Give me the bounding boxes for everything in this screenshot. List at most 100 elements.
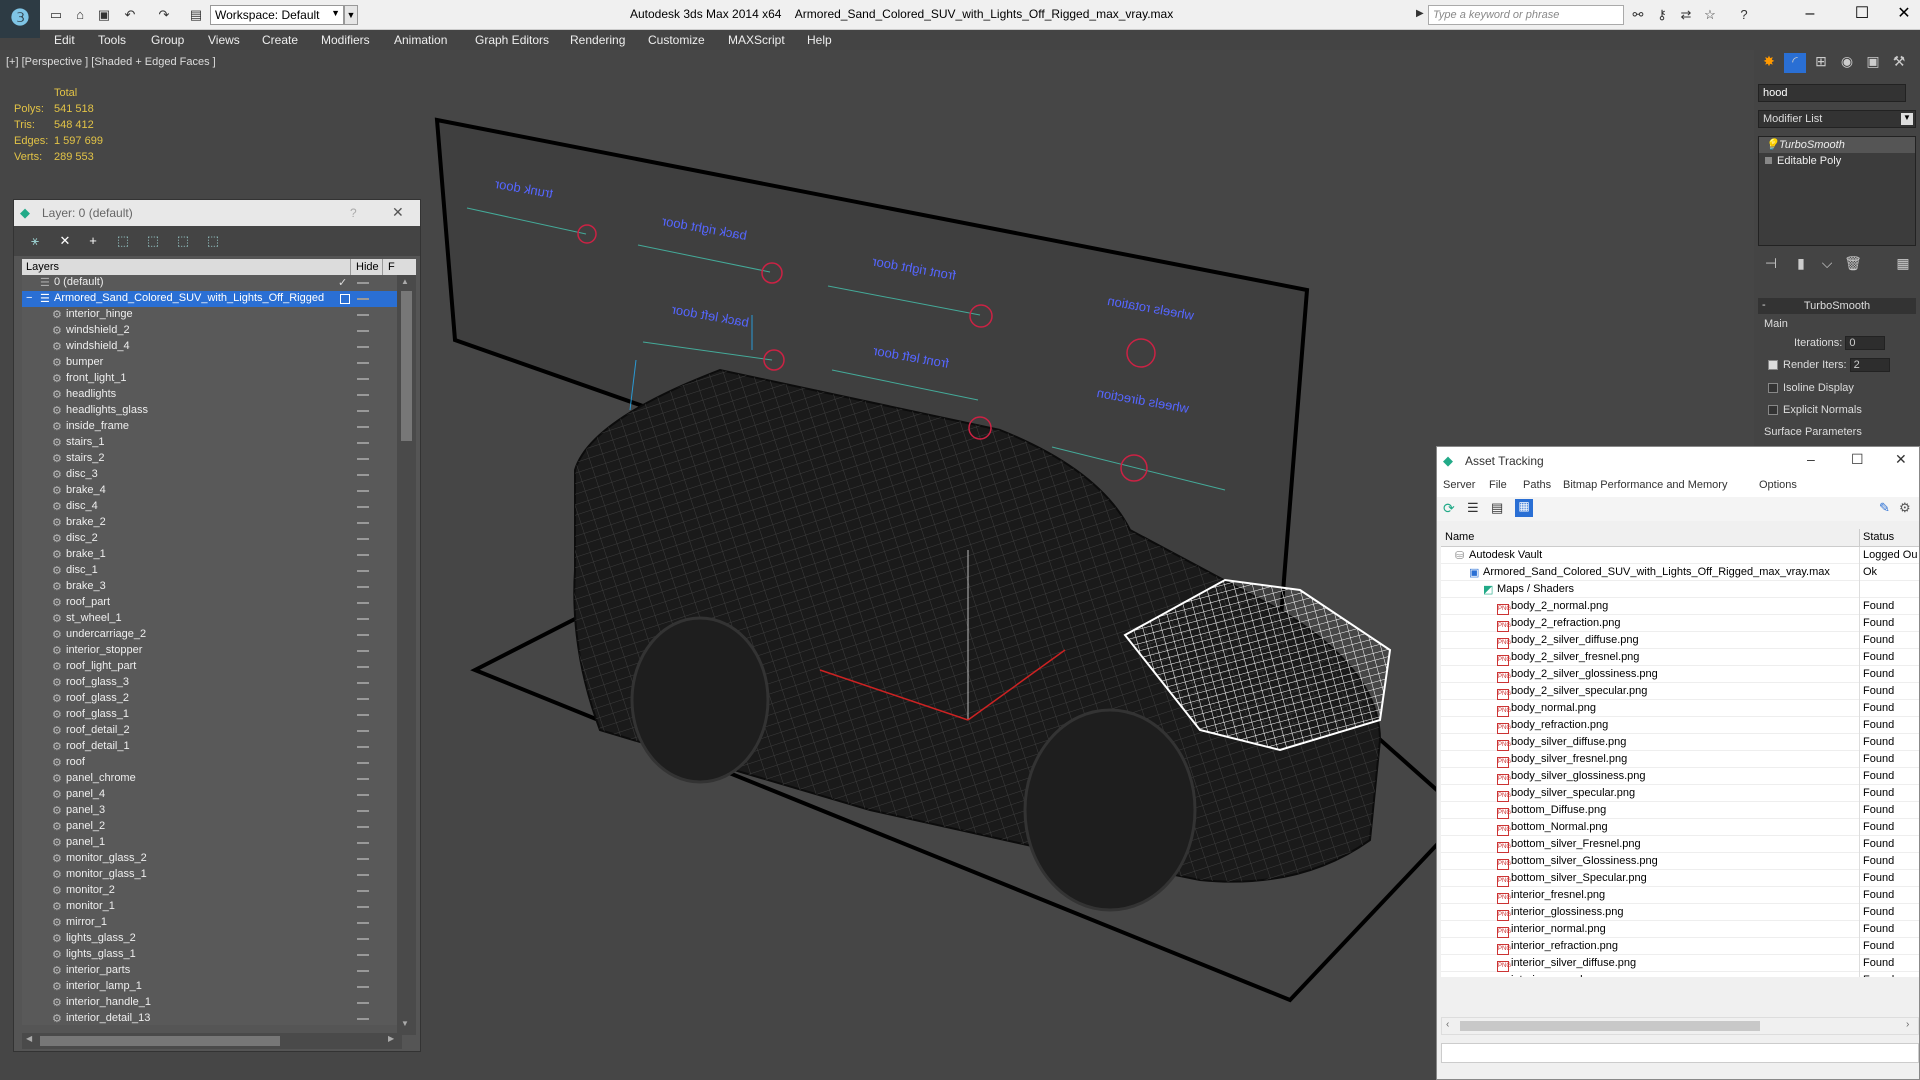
hide-toggle[interactable] xyxy=(357,794,369,796)
asset-row-map[interactable]: PNGbody_silver_fresnel.png Found xyxy=(1441,751,1919,768)
object-row[interactable]: ⚙ interior_stopper xyxy=(22,643,397,659)
asset-row-map[interactable]: PNGbody_2_silver_glossiness.png Found xyxy=(1441,666,1919,683)
display-tab-icon[interactable]: ▣ xyxy=(1862,53,1884,73)
lightbulb-icon[interactable]: 💡 xyxy=(1765,138,1779,151)
object-name-field[interactable]: hood xyxy=(1758,84,1906,102)
add-to-layer-icon[interactable]: + xyxy=(84,233,102,249)
at-menu-options[interactable]: Options xyxy=(1759,479,1797,491)
asset-row-map[interactable]: PNGbody_normal.png Found xyxy=(1441,700,1919,717)
collapse-icon[interactable]: - xyxy=(1762,299,1766,311)
asset-row-map[interactable]: PNGinterior_silver_diffuse.png Found xyxy=(1441,955,1919,972)
hide-toggle[interactable] xyxy=(357,714,369,716)
at-menu-paths[interactable]: Paths xyxy=(1523,479,1551,491)
current-layer-icon[interactable] xyxy=(340,294,350,304)
asset-horizontal-scrollbar[interactable]: ‹ › xyxy=(1441,1017,1919,1035)
asset-row-map[interactable]: PNGbottom_Diffuse.png Found xyxy=(1441,802,1919,819)
hide-toggle[interactable] xyxy=(357,282,369,284)
settings-icon[interactable]: ⚙ xyxy=(1899,500,1911,516)
col-freeze[interactable]: F xyxy=(388,261,395,273)
object-row[interactable]: ⚙ windshield_2 xyxy=(22,323,397,339)
layer-vertical-scrollbar[interactable]: ▲ ▼ xyxy=(397,275,416,1035)
iterations-spinner[interactable]: 0 xyxy=(1845,336,1886,350)
hide-toggle[interactable] xyxy=(357,906,369,908)
hide-toggle[interactable] xyxy=(357,682,369,684)
hide-toggle[interactable] xyxy=(357,634,369,636)
menu-animation[interactable]: Animation xyxy=(394,33,447,47)
object-row[interactable]: ⚙ disc_1 xyxy=(22,563,397,579)
layer-horizontal-scrollbar[interactable]: ◀ ▶ xyxy=(22,1033,402,1049)
help-button[interactable]: ? xyxy=(350,206,357,220)
hierarchy-tab-icon[interactable]: ⊞ xyxy=(1810,53,1832,73)
object-row[interactable]: ⚙ monitor_glass_1 xyxy=(22,867,397,883)
object-row[interactable]: ⚙ headlights_glass xyxy=(22,403,397,419)
object-row[interactable]: ⚙ undercarriage_2 xyxy=(22,627,397,643)
hide-toggle[interactable] xyxy=(357,826,369,828)
table-view-icon[interactable]: ▦ xyxy=(1515,499,1533,517)
hide-toggle[interactable] xyxy=(357,570,369,572)
col-hide[interactable]: Hide xyxy=(356,261,379,273)
scroll-right-icon[interactable]: › xyxy=(1906,1019,1909,1030)
hide-toggle[interactable] xyxy=(357,330,369,332)
hide-toggle[interactable] xyxy=(357,922,369,924)
hide-toggle[interactable] xyxy=(357,858,369,860)
hide-toggle[interactable] xyxy=(357,426,369,428)
render-iters-checkbox[interactable] xyxy=(1768,360,1778,370)
hide-toggle[interactable] xyxy=(357,650,369,652)
object-row[interactable]: ⚙ interior_parts xyxy=(22,963,397,979)
highlight-layer-icon[interactable]: ⬚ xyxy=(144,233,162,249)
object-row[interactable]: ⚙ disc_4 xyxy=(22,499,397,515)
hide-toggle[interactable] xyxy=(357,538,369,540)
rear-wheel[interactable] xyxy=(630,616,770,784)
new-file-icon[interactable]: ▭ xyxy=(48,7,64,23)
redo-icon[interactable]: ↷ xyxy=(156,7,172,23)
hide-toggle[interactable] xyxy=(357,490,369,492)
hide-toggle[interactable] xyxy=(357,298,369,300)
col-status[interactable]: Status xyxy=(1863,531,1894,543)
hide-toggle[interactable] xyxy=(357,442,369,444)
object-row[interactable]: ⚙ interior_detail_13 xyxy=(22,1011,397,1025)
show-end-result-icon[interactable]: ▮ xyxy=(1790,255,1812,275)
object-row[interactable]: ⚙ windshield_4 xyxy=(22,339,397,355)
make-unique-icon[interactable]: ⌵ xyxy=(1816,255,1838,275)
asset-row-map[interactable]: PNGbody_refraction.png Found xyxy=(1441,717,1919,734)
asset-row-map[interactable]: PNGinterior_glossiness.png Found xyxy=(1441,904,1919,921)
object-row[interactable]: ⚙ lights_glass_2 xyxy=(22,931,397,947)
hide-toggle[interactable] xyxy=(357,842,369,844)
menu-group[interactable]: Group xyxy=(151,33,184,47)
stack-item-turbosmooth[interactable]: 💡 TurboSmooth xyxy=(1759,137,1915,153)
stack-expand-icon[interactable] xyxy=(1765,157,1772,164)
delete-layer-icon[interactable]: ✕ xyxy=(56,233,74,249)
create-layer-icon[interactable]: ⚹ xyxy=(26,233,44,249)
col-layers[interactable]: Layers xyxy=(26,261,59,273)
hide-toggle[interactable] xyxy=(357,778,369,780)
object-row[interactable]: ⚙ st_wheel_1 xyxy=(22,611,397,627)
object-row[interactable]: ⚙ disc_3 xyxy=(22,467,397,483)
asset-row-map[interactable]: PNGbody_silver_diffuse.png Found xyxy=(1441,734,1919,751)
object-row[interactable]: ⚙ disc_2 xyxy=(22,531,397,547)
object-row[interactable]: ⚙ roof xyxy=(22,755,397,771)
asset-row-map[interactable]: PNGbottom_silver_Specular.png Found xyxy=(1441,870,1919,887)
hide-toggle[interactable] xyxy=(357,746,369,748)
asset-row-map[interactable]: PNGbody_2_normal.png Found xyxy=(1441,598,1919,615)
asset-row-map[interactable]: PNGbody_2_silver_fresnel.png Found xyxy=(1441,649,1919,666)
layer-row-default[interactable]: ☰ 0 (default) ✓ xyxy=(22,275,397,291)
asset-tracking-window[interactable]: ◆ Asset Tracking – ☐ ✕ Server File Paths… xyxy=(1436,446,1920,1080)
hide-toggle[interactable] xyxy=(357,938,369,940)
scroll-up-icon[interactable]: ▲ xyxy=(401,277,409,286)
hide-toggle[interactable] xyxy=(357,586,369,588)
create-tab-icon[interactable]: ✸ xyxy=(1758,53,1780,73)
hide-toggle[interactable] xyxy=(357,314,369,316)
configure-sets-icon[interactable]: ▦ xyxy=(1892,255,1914,275)
menu-maxscript[interactable]: MAXScript xyxy=(728,33,785,47)
hide-toggle[interactable] xyxy=(357,378,369,380)
isoline-checkbox[interactable] xyxy=(1768,383,1778,394)
hide-toggle[interactable] xyxy=(357,554,369,556)
asset-row-map[interactable]: PNGbody_silver_specular.png Found xyxy=(1441,785,1919,802)
asset-row-map[interactable]: PNGbottom_Normal.png Found xyxy=(1441,819,1919,836)
object-row[interactable]: ⚙ interior_handle_1 xyxy=(22,995,397,1011)
highlight-icon[interactable]: ✎ xyxy=(1879,500,1890,516)
layer-explorer-window[interactable]: ◆ Layer: 0 (default) ? ✕ ⚹ ✕ + ⬚ ⬚ ⬚ ⬚ L… xyxy=(13,199,421,1052)
asset-row-maps-folder[interactable]: ◩ Maps / Shaders xyxy=(1441,581,1919,598)
hide-toggle[interactable] xyxy=(357,522,369,524)
expand-arrow-icon[interactable]: ▶ xyxy=(1416,8,1424,19)
